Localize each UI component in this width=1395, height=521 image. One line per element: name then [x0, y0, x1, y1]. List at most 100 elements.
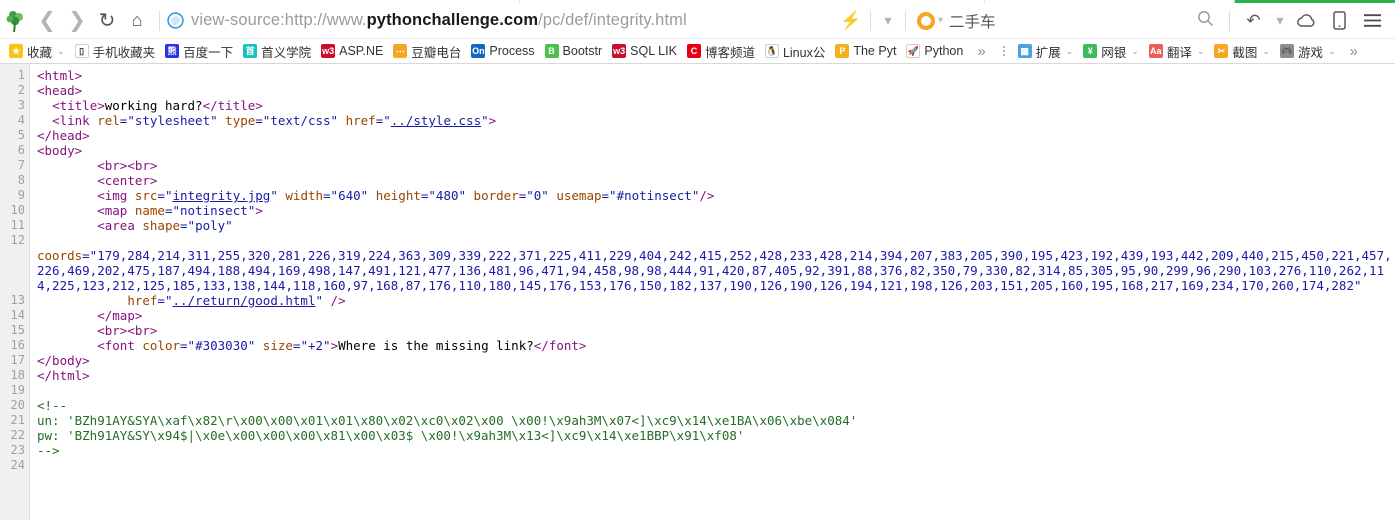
- toolbar-item-label: 截图: [1232, 45, 1258, 60]
- mobile-device-icon[interactable]: [1323, 6, 1356, 36]
- tab-slot-3[interactable]: [985, 0, 1235, 3]
- bookmark-item-12[interactable]: 🚀 Python: [901, 40, 968, 63]
- code-token: <img: [37, 188, 135, 203]
- chevron-down-icon[interactable]: ⌄: [1262, 46, 1270, 57]
- reload-icon[interactable]: ↻: [92, 6, 122, 36]
- code-token: type: [217, 113, 256, 128]
- douban-fm-icon: ⋯: [393, 44, 408, 58]
- forward-button[interactable]: ❯: [62, 6, 92, 36]
- baidu-icon: 熊: [165, 44, 180, 58]
- code-token: </font>: [533, 338, 587, 353]
- toolbar-item-3[interactable]: ✂ 截图 ⌄: [1209, 40, 1275, 63]
- line-content[interactable]: <map name="notinsect">: [30, 203, 1395, 218]
- bookmark-item-6[interactable]: On Process: [466, 40, 539, 63]
- line-content[interactable]: href="../return/good.html" />: [30, 293, 1395, 308]
- bookmarks-bar: ★ 收藏 ⌄ ▯ 手机收藏夹熊百度一下首首义学院 w3 ASP.NE ⋯ 豆瓣电台 On Proce…: [0, 38, 1395, 63]
- address-bar[interactable]: view-source:http://www.pythonchallenge.c…: [167, 6, 839, 36]
- toolbar-overflow-button[interactable]: »: [1341, 43, 1367, 60]
- chevron-down-icon[interactable]: ▾: [938, 15, 943, 26]
- source-link[interactable]: integrity.jpg: [173, 188, 271, 203]
- tab-strip: [0, 0, 1395, 3]
- line-content[interactable]: pw: 'BZh91AY&SY\x94$|\x0e\x00\x00\x00\x8…: [30, 428, 1395, 443]
- code-token: <head>: [37, 83, 83, 98]
- games-icon: 🎮: [1279, 44, 1294, 58]
- bookmark-item-0[interactable]: ★ 收藏 ⌄: [4, 40, 70, 63]
- line-content[interactable]: </body>: [30, 353, 1395, 368]
- line-content[interactable]: </map>: [30, 308, 1395, 323]
- code-token: </body>: [37, 353, 90, 368]
- line-content[interactable]: <font color="#303030" size="+2">Where is…: [30, 338, 1395, 353]
- back-button[interactable]: ❮: [32, 6, 62, 36]
- line-content[interactable]: un: 'BZh91AY&SYA\xaf\x82\r\x00\x00\x01\x…: [30, 413, 1395, 428]
- code-token: color: [142, 338, 181, 353]
- tab-slot-2[interactable]: [520, 0, 985, 3]
- line-content[interactable]: <link rel="stylesheet" type="text/css" h…: [30, 113, 1395, 128]
- line-content[interactable]: <!--: [30, 398, 1395, 413]
- bookmark-item-10[interactable]: 🐧 Linux公: [760, 40, 830, 63]
- bookmarks-overflow-button[interactable]: »: [968, 43, 994, 60]
- code-token: </head>: [37, 128, 90, 143]
- code-line: 16 <font color="#303030" size="+2">Where…: [0, 338, 1395, 353]
- code-token: href: [37, 293, 158, 308]
- bookmark-item-7[interactable]: B Bootstr: [540, 40, 608, 63]
- bookmark-item-11[interactable]: P The Pyt: [830, 40, 901, 63]
- search-icon[interactable]: [1188, 10, 1222, 32]
- code-token: ": [315, 293, 324, 308]
- code-token: ="640": [323, 188, 369, 203]
- bookmarks-more-dots-icon[interactable]: [995, 45, 1013, 57]
- lightning-bolt-icon[interactable]: ⚡: [839, 11, 863, 31]
- line-content[interactable]: <body>: [30, 143, 1395, 158]
- chevron-down-icon[interactable]: ⌄: [1328, 46, 1336, 57]
- code-token: <br><br>: [37, 323, 158, 338]
- line-content[interactable]: <html>: [30, 68, 1395, 83]
- chevron-down-icon[interactable]: ⌄: [1131, 46, 1139, 57]
- toolbar-item-1[interactable]: ¥ 网银 ⌄: [1078, 40, 1144, 63]
- chevron-down-icon[interactable]: ▾: [878, 12, 898, 29]
- code-token: <font: [37, 338, 143, 353]
- line-content[interactable]: <head>: [30, 83, 1395, 98]
- code-line: 9 <img src="integrity.jpg" width="640" h…: [0, 188, 1395, 203]
- chevron-down-icon[interactable]: ⌄: [57, 46, 65, 57]
- code-token: name: [134, 203, 165, 218]
- line-content[interactable]: </html>: [30, 368, 1395, 383]
- bookmark-item-5[interactable]: ⋯ 豆瓣电台: [388, 40, 466, 63]
- bookmark-item-8[interactable]: w3 SQL LIK: [607, 40, 682, 63]
- line-content[interactable]: coords="179,284,214,311,255,320,281,226,…: [30, 233, 1395, 293]
- undo-dropdown-icon[interactable]: ▾: [1270, 12, 1290, 29]
- line-content[interactable]: <area shape="poly": [30, 218, 1395, 233]
- line-content[interactable]: <center>: [30, 173, 1395, 188]
- source-link[interactable]: ../style.css: [391, 113, 481, 128]
- search-input[interactable]: ▾ 二手车: [913, 6, 1188, 36]
- bookmark-item-4[interactable]: w3 ASP.NE: [316, 40, 388, 63]
- undo-arrow-icon[interactable]: ↶: [1237, 6, 1270, 36]
- code-token: ="+2": [292, 338, 331, 353]
- cloud-icon[interactable]: [1290, 6, 1323, 36]
- code-token: href: [338, 113, 376, 128]
- line-content[interactable]: <br><br>: [30, 158, 1395, 173]
- code-token: ="0": [518, 188, 549, 203]
- toolbar-item-2[interactable]: Aa 翻译 ⌄: [1144, 40, 1210, 63]
- code-token: />: [323, 293, 346, 308]
- source-link[interactable]: ../return/good.html: [172, 293, 315, 308]
- source-code[interactable]: 1 <html> 2 <head> 3 <title>working hard?</ti…: [0, 64, 1395, 473]
- line-content[interactable]: </head>: [30, 128, 1395, 143]
- bookmark-item-1[interactable]: ▯ 手机收藏夹: [70, 40, 161, 63]
- toolbar-item-0[interactable]: ▦ 扩展 ⌄: [1013, 40, 1079, 63]
- toolbar-item-4[interactable]: 🎮 游戏 ⌄: [1275, 40, 1341, 63]
- line-content[interactable]: <br><br>: [30, 323, 1395, 338]
- bookmark-item-3[interactable]: 首首义学院: [238, 40, 316, 63]
- line-content[interactable]: <img src="integrity.jpg" width="640" hei…: [30, 188, 1395, 203]
- bookmark-item-9[interactable]: C 博客频道: [682, 40, 760, 63]
- tab-slot-1[interactable]: [0, 0, 520, 3]
- chevron-down-icon[interactable]: ⌄: [1066, 46, 1074, 57]
- line-content[interactable]: -->: [30, 443, 1395, 458]
- chevron-down-icon[interactable]: ⌄: [1197, 46, 1205, 57]
- home-icon[interactable]: ⌂: [122, 6, 152, 36]
- code-token: <map: [37, 203, 135, 218]
- bookmark-item-2[interactable]: 熊百度一下: [160, 40, 238, 63]
- code-token: size: [255, 338, 293, 353]
- line-content[interactable]: <title>working hard?</title>: [30, 98, 1395, 113]
- code-token: pw: 'BZh91AY&SY\x94$|\x0e\x00\x00\x00\x8…: [37, 428, 745, 443]
- hamburger-menu-icon[interactable]: [1356, 6, 1389, 36]
- code-line: 3 <title>working hard?</title>: [0, 98, 1395, 113]
